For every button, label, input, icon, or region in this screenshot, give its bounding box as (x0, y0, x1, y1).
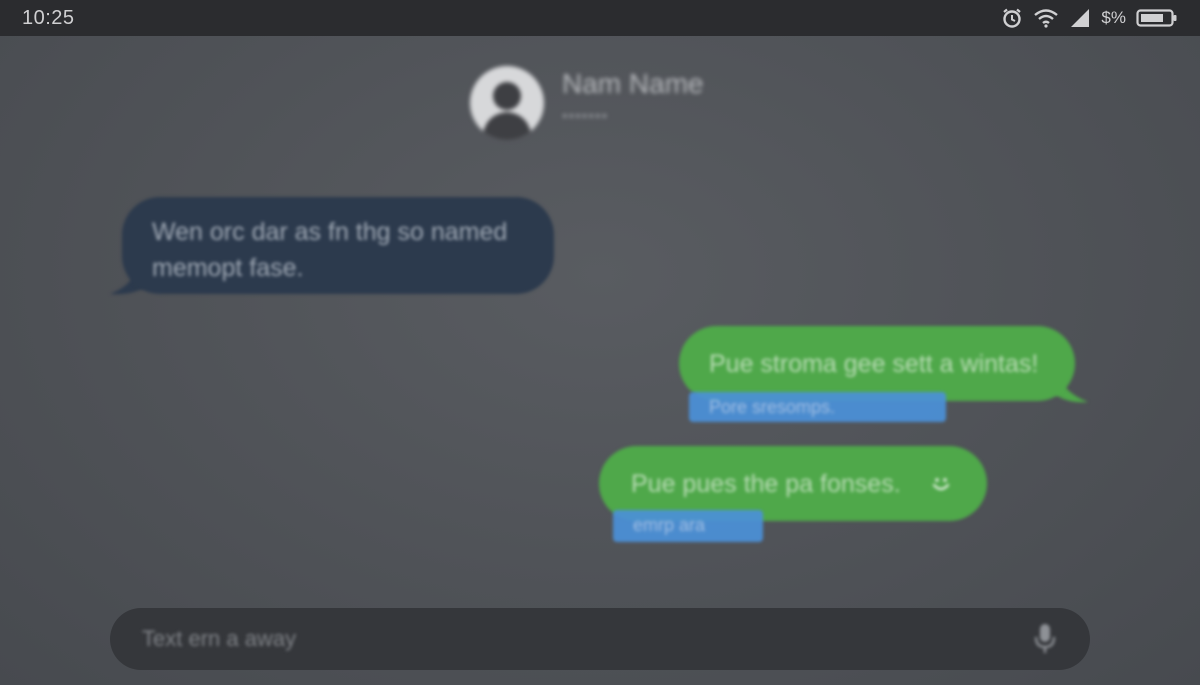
incoming-message-bubble[interactable]: Wen orc dar as fn thg so named memopt fa… (122, 197, 554, 294)
alarm-icon (1001, 7, 1023, 29)
contact-header[interactable]: Nam Name ••••••• (470, 66, 704, 140)
signal-icon (1069, 8, 1091, 28)
chat-screen: 10:25 $% Nam Name ••••••• Wen orc dar as… (0, 0, 1200, 685)
microphone-button[interactable] (1030, 621, 1060, 657)
avatar[interactable] (470, 66, 544, 140)
battery-icon (1136, 8, 1178, 28)
incoming-message-text: Wen orc dar as fn thg so named memopt fa… (152, 218, 508, 282)
highlight-text: Pore sresomps. (709, 397, 836, 417)
contact-subtitle: ••••••• (562, 108, 609, 125)
wifi-icon (1033, 8, 1059, 28)
battery-percent: $% (1101, 8, 1126, 27)
outgoing-message-bubble[interactable]: Pue stroma gee sett a wintas! (679, 326, 1075, 401)
selected-text-highlight[interactable]: Pore sresomps. (689, 392, 946, 422)
message-input[interactable] (140, 625, 1000, 653)
status-time: 10:25 (22, 6, 75, 29)
smiley-icon[interactable] (929, 472, 953, 496)
contact-name: Nam Name (562, 68, 704, 99)
status-icons: $% (1001, 7, 1178, 29)
microphone-icon (1034, 624, 1056, 653)
outgoing-message-text: Pue pues the pa fonses. (631, 469, 901, 498)
selected-text-highlight[interactable]: emrp ara (613, 510, 763, 542)
person-icon (482, 82, 532, 140)
message-composer (110, 608, 1090, 670)
highlight-text: emrp ara (633, 515, 706, 535)
outgoing-message-text: Pue stroma gee sett a wintas! (709, 350, 1039, 378)
status-bar: 10:25 $% (0, 0, 1200, 36)
contact-text: Nam Name ••••••• (562, 68, 704, 126)
